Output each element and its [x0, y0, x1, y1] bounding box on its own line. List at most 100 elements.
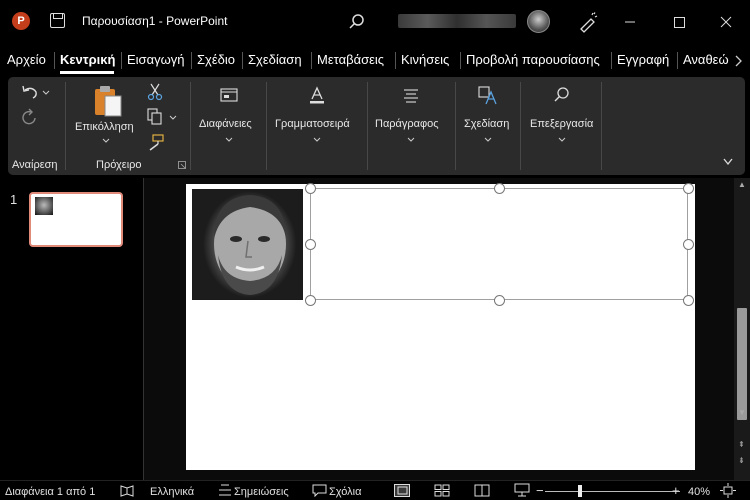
title-bar: P Παρουσίαση1 - PowerPoint: [0, 0, 750, 44]
clipboard-group-label: Πρόχειρο: [96, 159, 142, 171]
slide-sorter-icon[interactable]: [434, 484, 450, 497]
slide-photo[interactable]: [192, 189, 303, 300]
paragraph-button[interactable]: Παράγραφος: [375, 118, 439, 130]
zoom-level[interactable]: 40%: [688, 486, 710, 498]
paste-icon[interactable]: [92, 84, 124, 118]
resize-handle[interactable]: [305, 239, 316, 250]
tab-animations[interactable]: Κινήσεις: [401, 52, 449, 67]
chevron-down-icon[interactable]: [225, 137, 233, 143]
resize-handle[interactable]: [683, 183, 694, 194]
dialog-launcher-icon[interactable]: [178, 161, 186, 169]
notes-icon[interactable]: [218, 483, 232, 497]
zoom-slider-thumb[interactable]: [578, 485, 582, 497]
previous-slide-icon[interactable]: ⇞: [738, 440, 745, 449]
tab-divider: [311, 52, 312, 69]
reading-view-icon[interactable]: [474, 484, 490, 497]
ribbon-divider: [455, 82, 456, 170]
tab-divider: [121, 52, 122, 69]
fit-to-window-icon[interactable]: [720, 483, 736, 498]
tab-draw[interactable]: Σχεδίαση: [248, 52, 302, 67]
resize-handle[interactable]: [494, 183, 505, 194]
resize-handle[interactable]: [305, 183, 316, 194]
powerpoint-logo-icon: P: [12, 12, 30, 30]
comments-icon[interactable]: [312, 484, 327, 497]
chevron-down-icon[interactable]: [42, 90, 50, 96]
paragraph-icon[interactable]: [402, 88, 420, 104]
text-placeholder[interactable]: [310, 188, 688, 300]
shapes-icon[interactable]: [478, 86, 498, 106]
scroll-up-icon[interactable]: ▲: [738, 180, 746, 189]
scrollbar-thumb[interactable]: [737, 308, 747, 420]
slide-number: 1: [10, 192, 18, 207]
chevron-down-icon[interactable]: [407, 137, 415, 143]
slideshow-icon[interactable]: [514, 483, 530, 497]
format-painter-icon[interactable]: [147, 134, 165, 152]
chevron-down-icon[interactable]: [722, 157, 734, 167]
language-indicator[interactable]: Ελληνικά: [150, 486, 194, 498]
scroll-down-icon[interactable]: ▼: [738, 408, 746, 417]
avatar[interactable]: [527, 10, 550, 33]
editing-button[interactable]: Επεξεργασία: [530, 118, 593, 130]
undo-group-label: Αναίρεση: [12, 159, 58, 171]
close-button[interactable]: [711, 8, 741, 36]
zoom-slider[interactable]: [545, 491, 680, 492]
tab-home[interactable]: Κεντρική: [60, 52, 115, 67]
chevron-down-icon[interactable]: [102, 138, 110, 144]
tab-insert[interactable]: Εισαγωγή: [127, 52, 184, 67]
font-button[interactable]: Γραμματοσειρά: [275, 118, 350, 130]
chevron-down-icon[interactable]: [484, 137, 492, 143]
slides-icon[interactable]: [220, 88, 238, 104]
tab-file[interactable]: Αρχείο: [7, 52, 46, 67]
minimize-button[interactable]: [615, 8, 645, 36]
search-icon[interactable]: [346, 11, 368, 33]
resize-handle[interactable]: [305, 295, 316, 306]
save-icon[interactable]: [50, 13, 65, 28]
font-icon[interactable]: [308, 86, 326, 104]
zoom-out-button[interactable]: −: [536, 483, 544, 498]
slide-counter: Διαφάνεια 1 από 1: [5, 486, 96, 498]
tab-slideshow[interactable]: Προβολή παρουσίασης: [466, 52, 600, 67]
slides-button[interactable]: Διαφάνειες: [199, 118, 252, 130]
zoom-in-button[interactable]: +: [672, 483, 680, 498]
copy-icon[interactable]: [147, 108, 163, 126]
normal-view-icon[interactable]: [394, 484, 410, 497]
paste-button[interactable]: Επικόλληση: [75, 121, 134, 133]
tab-design[interactable]: Σχέδιο: [197, 52, 235, 67]
tab-record[interactable]: Εγγραφή: [617, 52, 669, 67]
chevron-down-icon[interactable]: [558, 137, 566, 143]
resize-handle[interactable]: [683, 239, 694, 250]
slide-thumbnail[interactable]: [29, 192, 123, 247]
maximize-button[interactable]: [664, 8, 694, 36]
notes-button[interactable]: Σημειώσεις: [234, 486, 289, 498]
account-name[interactable]: [398, 14, 516, 28]
thumbnail-photo: [35, 197, 53, 215]
find-icon[interactable]: [553, 86, 571, 104]
cut-icon[interactable]: [147, 83, 163, 101]
next-slide-icon[interactable]: ⇟: [738, 456, 745, 465]
ribbon-divider: [190, 82, 191, 170]
redo-icon[interactable]: [20, 108, 40, 128]
ribbon-divider: [266, 82, 267, 170]
window-title: Παρουσίαση1 - PowerPoint: [82, 14, 228, 28]
design-button[interactable]: Σχεδίαση: [464, 118, 509, 130]
resize-handle[interactable]: [683, 295, 694, 306]
undo-icon[interactable]: [20, 84, 40, 100]
tab-divider: [191, 52, 192, 69]
spellcheck-icon[interactable]: [120, 485, 134, 497]
chevron-down-icon[interactable]: [313, 137, 321, 143]
comments-button[interactable]: Σχόλια: [329, 486, 362, 498]
ribbon-tabs: Αρχείο Κεντρική Εισαγωγή Σχέδιο Σχεδίαση…: [0, 50, 750, 72]
tab-transitions[interactable]: Μεταβάσεις: [317, 52, 384, 67]
chevron-right-icon[interactable]: [732, 54, 744, 68]
active-tab-indicator: [60, 71, 114, 74]
ribbon-divider: [601, 82, 602, 170]
tab-divider: [54, 52, 55, 69]
pen-icon[interactable]: [577, 11, 599, 33]
chevron-down-icon[interactable]: [169, 115, 177, 121]
resize-handle[interactable]: [494, 295, 505, 306]
ribbon-divider: [65, 82, 66, 170]
tab-review[interactable]: Αναθεώ: [683, 52, 729, 67]
tab-divider: [460, 52, 461, 69]
photo-face-image: [192, 189, 303, 300]
ribbon-divider: [367, 82, 368, 170]
